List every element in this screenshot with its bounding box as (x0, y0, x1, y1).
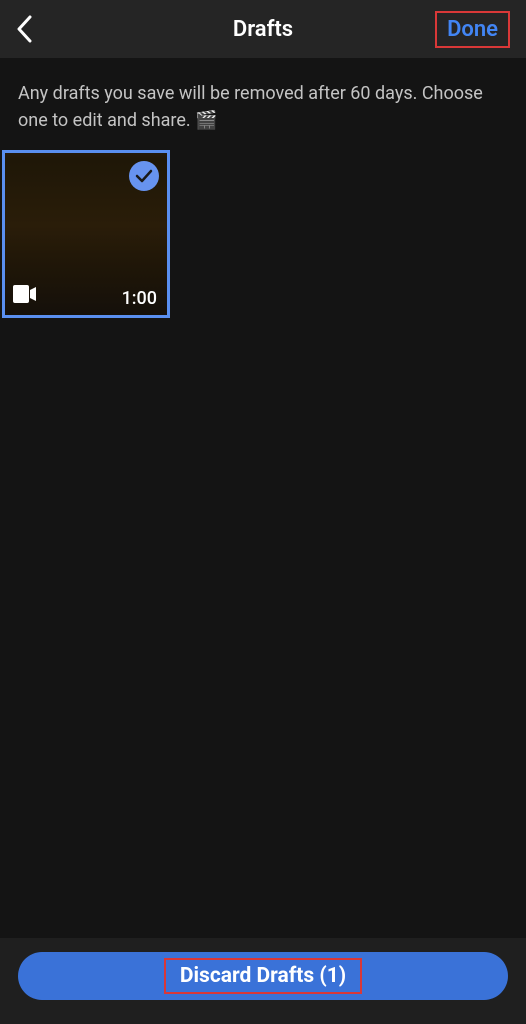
video-icon (13, 285, 37, 307)
draft-item[interactable]: 1:00 (2, 150, 170, 318)
bottom-bar: Discard Drafts (1) (0, 938, 526, 1024)
discard-button[interactable]: Discard Drafts (1) (18, 952, 508, 1000)
chevron-left-icon (16, 15, 32, 43)
info-text: Any drafts you save will be removed afte… (0, 58, 526, 150)
header-bar: Drafts Done (0, 0, 526, 58)
check-icon (135, 169, 153, 183)
done-button[interactable]: Done (435, 11, 510, 48)
drafts-grid: 1:00 (0, 150, 526, 318)
back-button[interactable] (16, 15, 32, 43)
discard-button-label: Discard Drafts (1) (164, 958, 362, 994)
page-title: Drafts (233, 17, 293, 42)
draft-duration: 1:00 (122, 288, 157, 309)
selected-indicator (129, 161, 159, 191)
